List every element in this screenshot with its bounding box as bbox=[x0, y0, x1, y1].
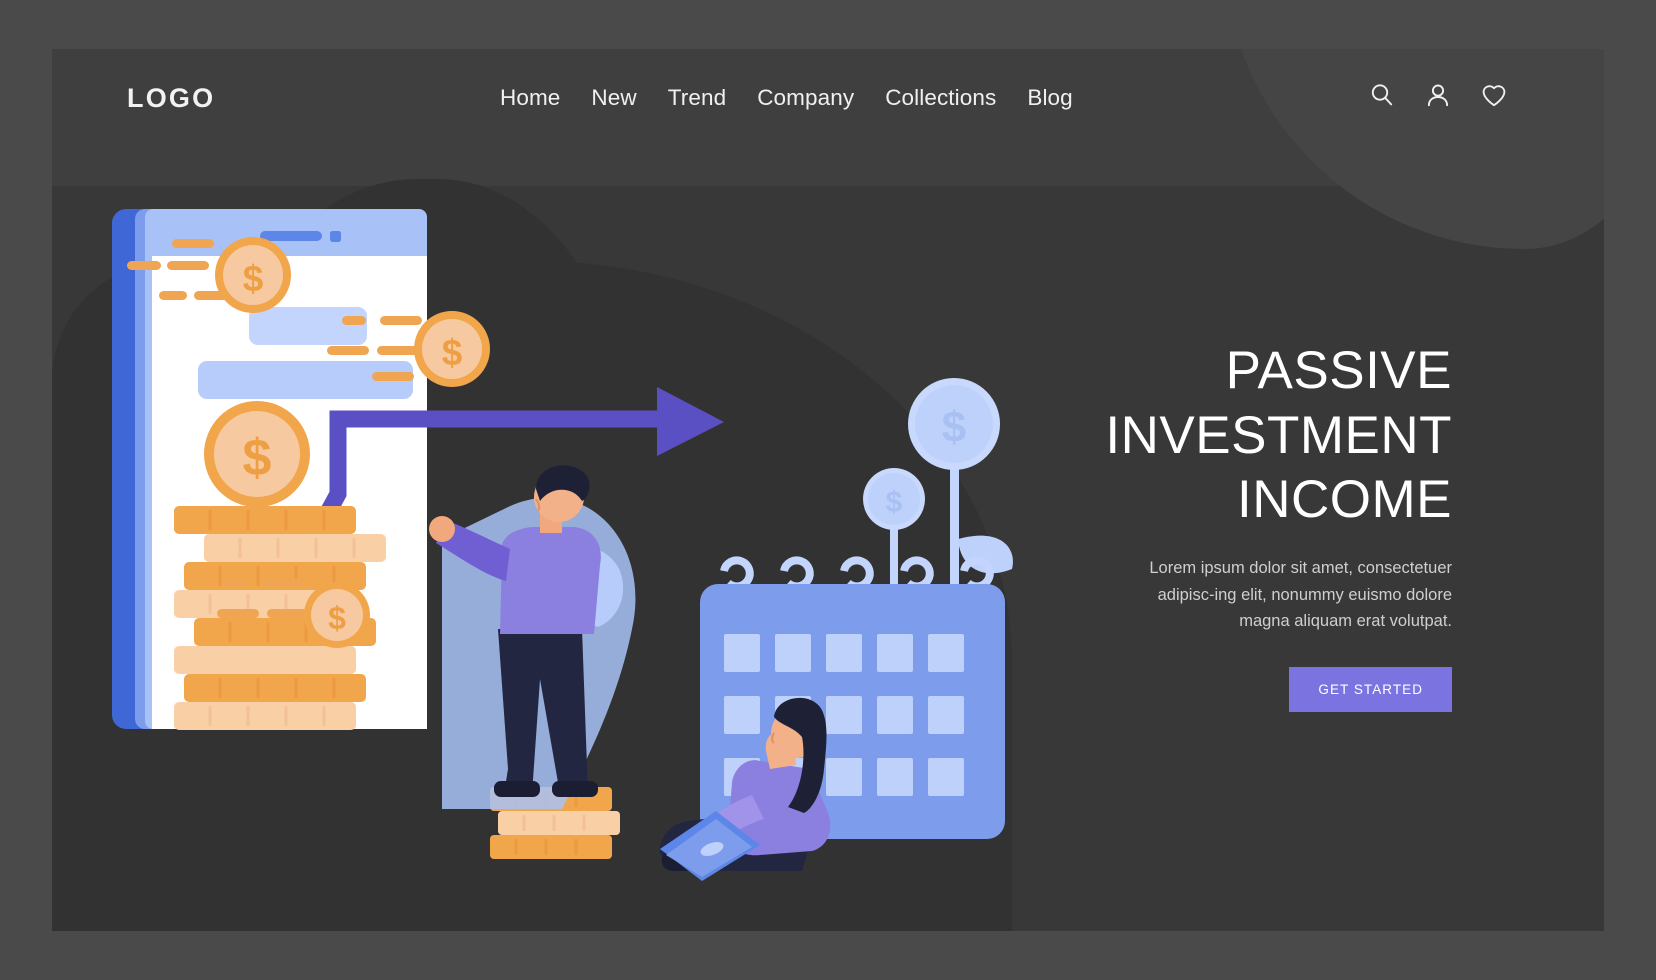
svg-text:$: $ bbox=[328, 600, 346, 636]
hero-illustration: $ $ $ $ $ $ bbox=[112, 209, 1072, 909]
screenshot-root: LOGO Home New Trend Company Collections … bbox=[0, 0, 1656, 980]
hero-text-block: PASSIVE INVESTMENT INCOME Lorem ipsum do… bbox=[972, 339, 1452, 713]
svg-text:$: $ bbox=[243, 258, 264, 299]
nav-link-company[interactable]: Company bbox=[757, 85, 854, 111]
nav-links: Home New Trend Company Collections Blog bbox=[500, 85, 1073, 111]
get-started-button[interactable]: GET STARTED bbox=[1289, 667, 1452, 713]
page-title: PASSIVE INVESTMENT INCOME bbox=[1105, 341, 1452, 530]
svg-text:$: $ bbox=[942, 403, 966, 452]
nav-icons bbox=[1368, 81, 1508, 109]
nav-link-blog[interactable]: Blog bbox=[1027, 85, 1072, 111]
nav-link-trend[interactable]: Trend bbox=[668, 85, 726, 111]
svg-text:$: $ bbox=[442, 332, 463, 373]
nav-link-collections[interactable]: Collections bbox=[885, 85, 996, 111]
nav-link-home[interactable]: Home bbox=[500, 85, 560, 111]
svg-text:$: $ bbox=[886, 486, 903, 519]
hero-subtitle: Lorem ipsum dolor sit amet, consectetuer… bbox=[1149, 558, 1452, 631]
heart-icon[interactable] bbox=[1480, 81, 1508, 109]
user-icon[interactable] bbox=[1424, 81, 1452, 109]
landing-page: LOGO Home New Trend Company Collections … bbox=[52, 49, 1604, 931]
navbar: LOGO Home New Trend Company Collections … bbox=[52, 49, 1604, 186]
logo[interactable]: LOGO bbox=[127, 83, 215, 114]
svg-text:$: $ bbox=[243, 429, 272, 487]
search-icon[interactable] bbox=[1368, 81, 1396, 109]
nav-link-new[interactable]: New bbox=[591, 85, 636, 111]
